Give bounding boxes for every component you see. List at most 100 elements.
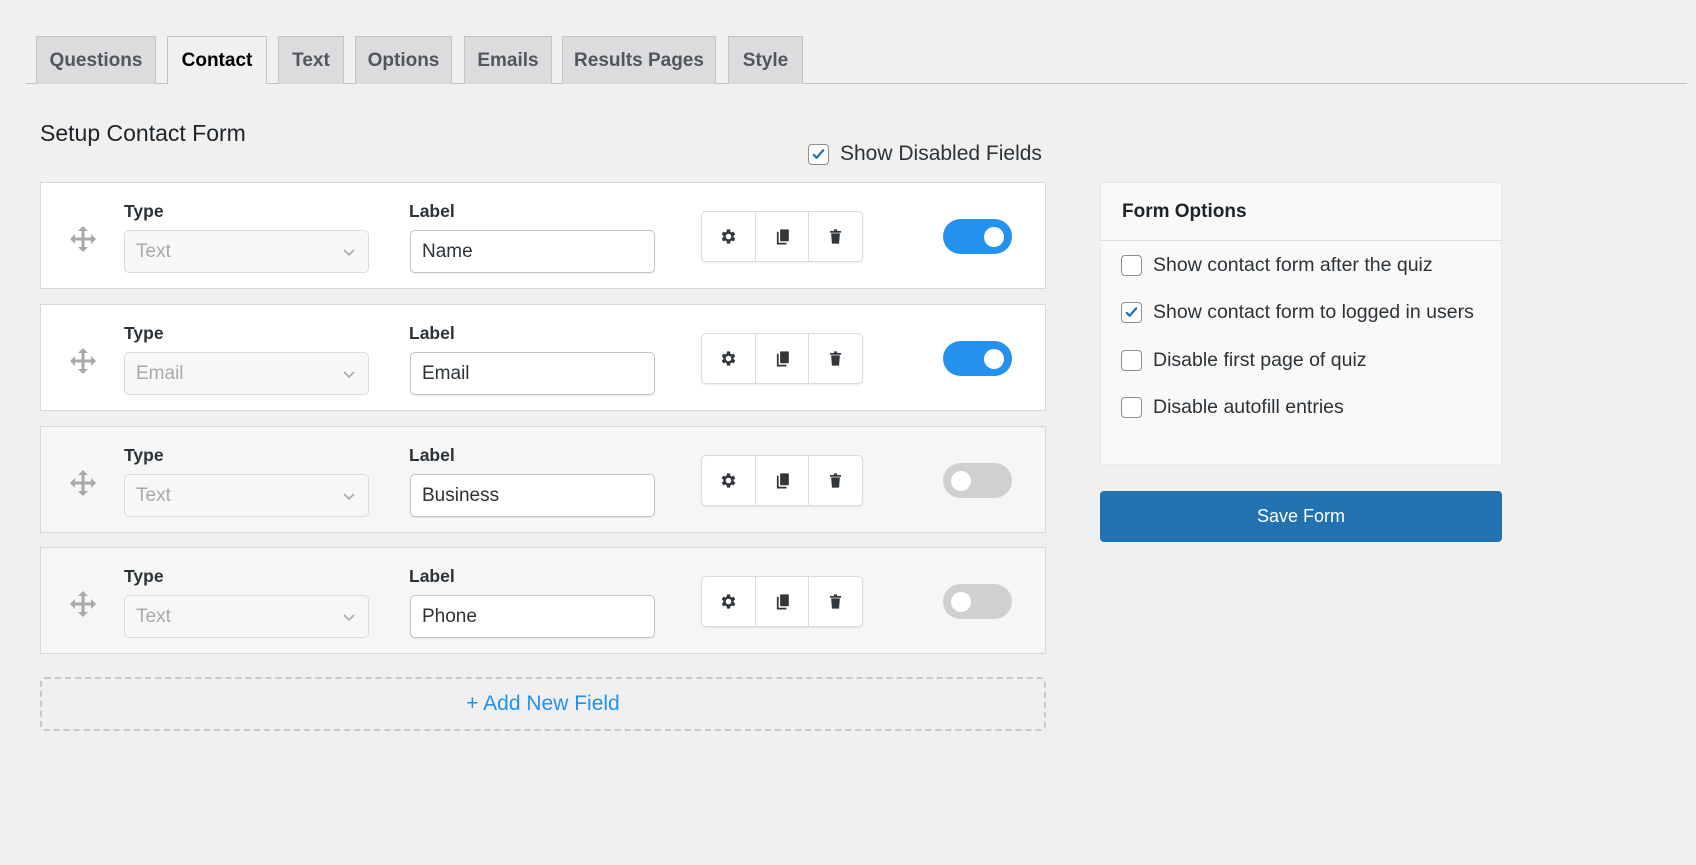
field-settings-button[interactable] [702, 212, 756, 261]
option-show-after-quiz[interactable]: Show contact form after the quiz [1121, 254, 1433, 277]
type-label: Type [124, 445, 164, 465]
option-label: Disable autofill entries [1153, 396, 1344, 418]
field-type-select[interactable]: Email [124, 352, 369, 395]
field-enabled-toggle[interactable] [943, 341, 1012, 376]
option-label: Show contact form to logged in users [1153, 301, 1474, 323]
field-settings-button[interactable] [702, 456, 756, 505]
checkbox[interactable] [1121, 350, 1142, 371]
duplicate-field-button[interactable] [756, 334, 810, 383]
tab-contact[interactable]: Contact [167, 36, 267, 84]
form-options-title: Form Options [1101, 183, 1501, 241]
field-row: Type Text Label Phone [40, 547, 1046, 654]
field-label-value: Email [422, 362, 470, 384]
type-label: Type [124, 201, 164, 221]
copy-icon [776, 473, 789, 489]
drag-handle-icon[interactable] [69, 225, 97, 253]
field-type-value: Text [136, 605, 171, 627]
field-row: Type Email Label Email [40, 304, 1046, 411]
field-type-value: Email [136, 362, 184, 384]
show-disabled-checkbox[interactable] [808, 143, 829, 165]
page-title: Setup Contact Form [40, 120, 246, 146]
duplicate-field-button[interactable] [756, 212, 810, 261]
checkmark-icon [1125, 307, 1138, 317]
field-settings-button[interactable] [702, 334, 756, 383]
copy-icon [776, 351, 789, 367]
chevron-down-icon [343, 249, 355, 257]
checkbox[interactable] [1121, 302, 1142, 323]
tab-options[interactable]: Options [355, 36, 452, 84]
field-enabled-toggle[interactable] [943, 219, 1012, 254]
field-label-input[interactable]: Email [410, 352, 655, 395]
gear-icon [721, 594, 736, 609]
checkmark-icon [812, 148, 825, 159]
label-label: Label [409, 566, 455, 586]
field-label-value: Business [422, 484, 500, 506]
trash-icon [830, 473, 842, 488]
copy-icon [776, 594, 789, 610]
gear-icon [721, 351, 736, 366]
drag-handle-icon[interactable] [69, 469, 97, 497]
toggle-knob [984, 349, 1004, 369]
field-actions [701, 455, 863, 506]
field-actions [701, 333, 863, 384]
field-type-select[interactable]: Text [124, 474, 369, 517]
tab-results-pages[interactable]: Results Pages [562, 36, 716, 84]
chevron-down-icon [343, 371, 355, 379]
option-label: Show contact form after the quiz [1153, 254, 1433, 276]
gear-icon [721, 229, 736, 244]
delete-field-button[interactable] [809, 456, 862, 505]
label-label: Label [409, 445, 455, 465]
trash-icon [830, 351, 842, 366]
delete-field-button[interactable] [809, 334, 862, 383]
toggle-knob [951, 592, 971, 612]
field-enabled-toggle[interactable] [943, 584, 1012, 619]
tab-style[interactable]: Style [728, 36, 803, 84]
field-actions [701, 211, 863, 262]
field-label-input[interactable]: Name [410, 230, 655, 273]
type-label: Type [124, 323, 164, 343]
duplicate-field-button[interactable] [756, 456, 810, 505]
show-disabled-label: Show Disabled Fields [840, 142, 1042, 165]
option-disable-autofill[interactable]: Disable autofill entries [1121, 396, 1344, 419]
copy-icon [776, 229, 789, 245]
field-row: Type Text Label Business [40, 426, 1046, 533]
toggle-knob [951, 471, 971, 491]
tab-bar-divider [26, 83, 1687, 84]
field-type-select[interactable]: Text [124, 595, 369, 638]
type-label: Type [124, 566, 164, 586]
field-label-input[interactable]: Phone [410, 595, 655, 638]
trash-icon [830, 594, 842, 609]
option-label: Disable first page of quiz [1153, 349, 1367, 371]
field-enabled-toggle[interactable] [943, 463, 1012, 498]
chevron-down-icon [343, 493, 355, 501]
show-disabled-fields-toggle[interactable]: Show Disabled Fields [808, 142, 1042, 166]
field-type-value: Text [136, 484, 171, 506]
field-label-value: Name [422, 240, 473, 262]
option-show-logged-in[interactable]: Show contact form to logged in users [1121, 301, 1474, 324]
delete-field-button[interactable] [809, 577, 862, 626]
trash-icon [830, 229, 842, 244]
field-row: Type Text Label Name [40, 182, 1046, 289]
checkbox[interactable] [1121, 397, 1142, 418]
duplicate-field-button[interactable] [756, 577, 810, 626]
drag-handle-icon[interactable] [69, 347, 97, 375]
field-actions [701, 576, 863, 627]
checkbox[interactable] [1121, 255, 1142, 276]
add-new-field-button[interactable]: + Add New Field [40, 677, 1046, 731]
field-label-input[interactable]: Business [410, 474, 655, 517]
save-form-button[interactable]: Save Form [1100, 491, 1502, 542]
option-disable-first-page[interactable]: Disable first page of quiz [1121, 349, 1367, 372]
tab-text[interactable]: Text [278, 36, 344, 84]
label-label: Label [409, 201, 455, 221]
form-options-panel: Form Options Show contact form after the… [1100, 182, 1502, 465]
field-type-select[interactable]: Text [124, 230, 369, 273]
tab-emails[interactable]: Emails [464, 36, 552, 84]
chevron-down-icon [343, 614, 355, 622]
gear-icon [721, 473, 736, 488]
field-type-value: Text [136, 240, 171, 262]
drag-handle-icon[interactable] [69, 590, 97, 618]
tab-questions[interactable]: Questions [36, 36, 156, 84]
delete-field-button[interactable] [809, 212, 862, 261]
label-label: Label [409, 323, 455, 343]
field-settings-button[interactable] [702, 577, 756, 626]
